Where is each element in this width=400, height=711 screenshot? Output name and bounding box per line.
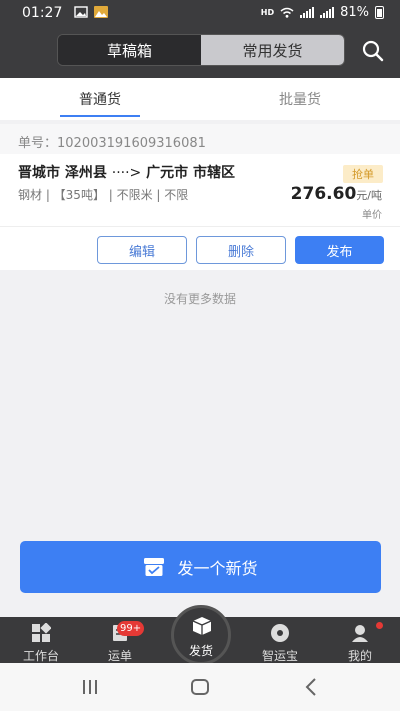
order-number: 单号：102003191609316081 [0,124,400,154]
package-icon [192,617,212,635]
home-icon[interactable] [189,677,211,697]
signal-icon-2 [320,7,335,18]
user-icon [352,625,368,642]
status-bar: 01:27 HD 81% [0,0,400,26]
route-from: 晋城市 泽州县 [18,165,107,181]
box-icon [144,558,165,576]
new-goods-label: 发一个新货 [177,559,258,578]
wifi-icon [280,7,294,18]
edit-button[interactable]: 编辑 [97,236,187,264]
tab-normal-goods[interactable]: 普通货 [0,78,200,120]
workbench-icon [32,623,51,642]
publish-button[interactable]: 发布 [295,236,384,264]
order-route: 晋城市 泽州县 ····> 广元市 市辖区 [18,162,235,182]
nav-ship[interactable]: 发货 [171,605,231,665]
zhiyunbao-icon [271,624,289,642]
price-unit: 元/吨 [356,189,382,202]
status-right: HD 81% [261,5,384,20]
price-label: 单价 [362,210,382,221]
new-goods-button[interactable]: 发一个新货 [20,541,381,593]
back-icon[interactable] [301,677,323,697]
goods-tabs: 普通货 批量货 [0,78,400,120]
image-icon [74,6,88,18]
mine-notification-dot [376,622,383,629]
nav-mine-label: 我的 [347,649,372,663]
card-divider [0,226,400,227]
nav-workbench-label: 工作台 [22,649,59,663]
battery-percent: 81% [340,5,369,20]
waybill-badge: 99+ [117,621,145,636]
system-nav-bar [0,663,400,711]
recent-apps-icon[interactable] [79,677,101,697]
order-card[interactable]: 单号：102003191609316081 晋城市 泽州县 ····> 广元市 … [0,124,400,270]
no-more-data: 没有更多数据 [163,292,236,306]
price-value: 276.60 [290,184,357,204]
gallery-icon [94,6,108,18]
route-arrow: ····> [111,165,142,181]
order-price: 276.60元/吨 [291,184,382,204]
nav-ship-label: 发货 [188,644,213,658]
nav-zhiyunbao-label: 智运宝 [261,649,298,663]
battery-icon [375,6,384,19]
nav-workbench[interactable]: 工作台 [11,617,71,663]
tab-bulk-goods[interactable]: 批量货 [200,78,400,120]
header-segment: 草稿箱 常用发货 [57,34,345,66]
search-icon[interactable] [362,40,384,62]
signal-icon [300,7,315,18]
nav-waybill-label: 运单 [107,649,132,663]
route-to: 广元市 市辖区 [146,165,236,181]
delete-button[interactable]: 删除 [196,236,286,264]
nav-zhiyunbao[interactable]: 智运宝 [250,617,310,663]
order-specs: 钢材 | 【35吨】 | 不限米 | 不限 [18,188,189,202]
segment-drafts[interactable]: 草稿箱 [58,35,201,65]
app-header: 01:27 HD 81% 草稿箱 常用发货 [0,0,400,78]
status-time: 01:27 [22,5,63,21]
hd-label: HD [260,8,275,17]
segment-common-shipping[interactable]: 常用发货 [201,35,344,65]
grab-order-tag: 抢单 [343,165,383,183]
